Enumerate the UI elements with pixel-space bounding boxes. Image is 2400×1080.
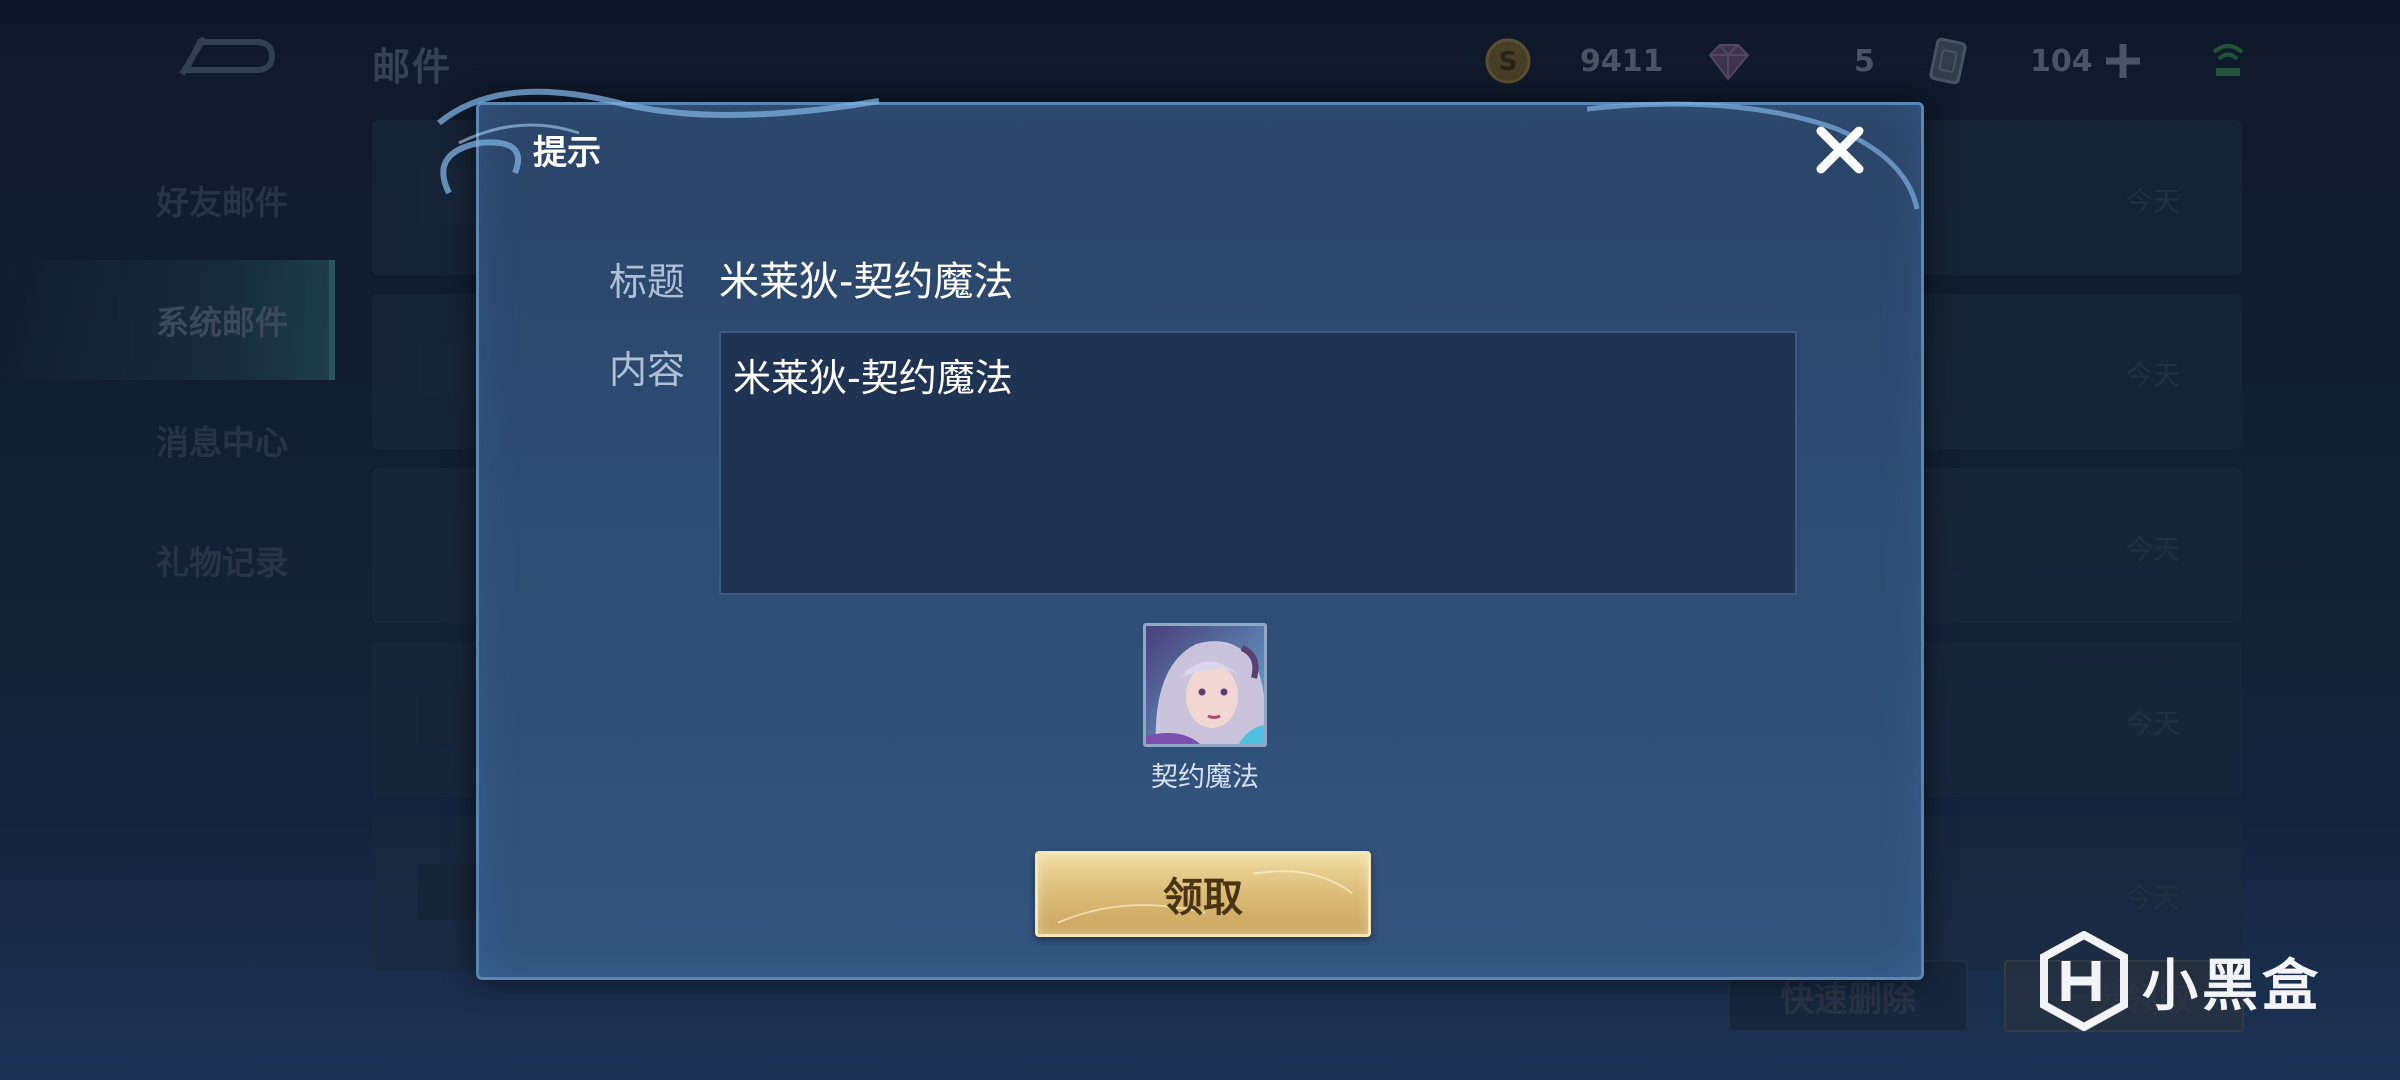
title-label: 标题: [609, 260, 686, 304]
xiaoheihe-logo-icon: [2040, 931, 2128, 1031]
skin-portrait-icon: [1146, 626, 1264, 744]
decorative-swirl-icon: [1587, 101, 1920, 210]
reward-name: 契约魔法: [1151, 762, 1259, 793]
mail-title-value: 米莱狄-契约魔法: [719, 259, 1014, 305]
dialog-title: 提示: [533, 133, 601, 173]
close-icon[interactable]: [1809, 119, 1871, 181]
content-box: 米莱狄-契约魔法: [719, 331, 1797, 595]
claim-button-label: 领取: [1163, 875, 1243, 921]
mail-content-value: 米莱狄-契约魔法: [733, 356, 1013, 400]
reward-dialog: 提示 标题 米莱狄-契约魔法 内容 米莱狄-契约魔法 契约魔法 领取: [437, 88, 1924, 980]
reward-item[interactable]: [1143, 623, 1267, 747]
decorative-swirl-icon: [437, 88, 880, 195]
claim-button[interactable]: 领取: [1035, 851, 1371, 937]
watermark-text: 小黑盒: [2142, 953, 2322, 1019]
content-label: 内容: [609, 348, 686, 392]
watermark: 小黑盒: [2040, 926, 2340, 1036]
